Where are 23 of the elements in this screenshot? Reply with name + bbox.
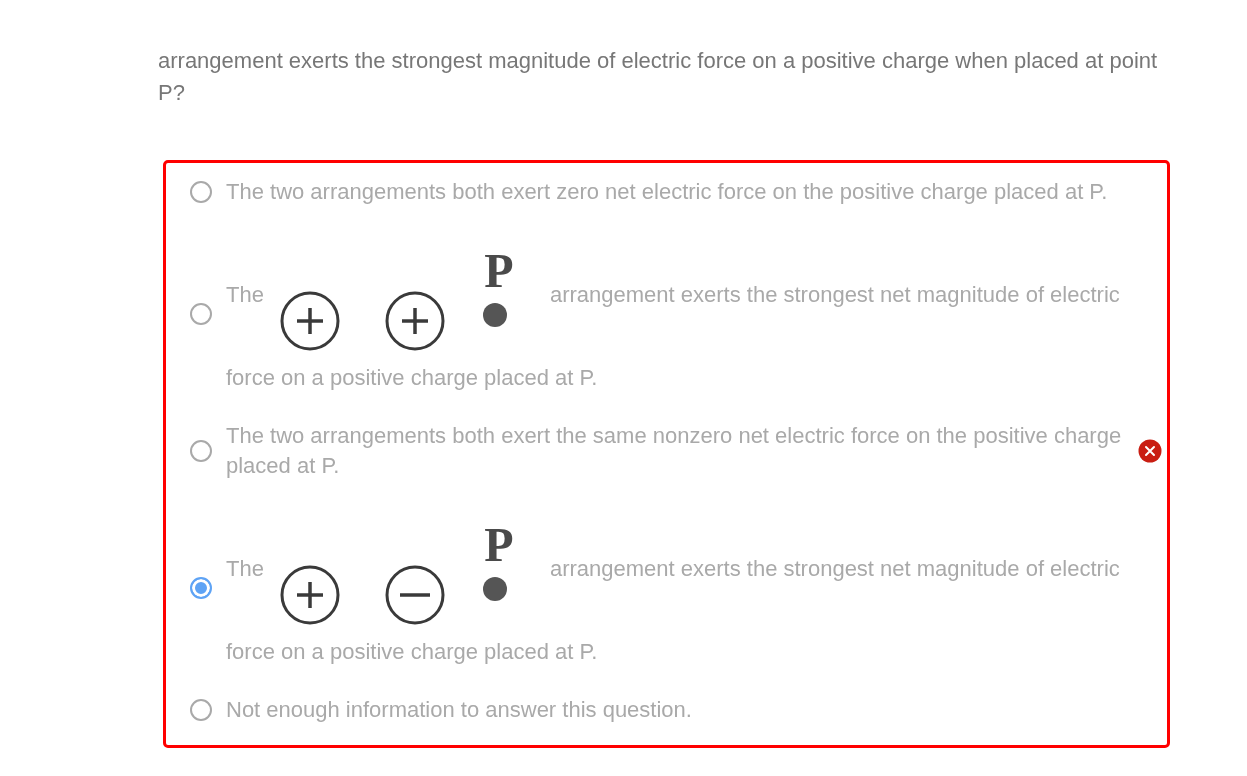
minus-circle-icon bbox=[385, 565, 445, 625]
plus-circle-icon bbox=[385, 291, 445, 351]
radio-button[interactable] bbox=[190, 699, 212, 721]
radio-button[interactable] bbox=[190, 577, 212, 599]
option-text: The two arrangements both exert zero net electric force on the positive charge placed at P. bbox=[226, 178, 1109, 206]
point-label: P bbox=[484, 519, 514, 571]
radio-button[interactable] bbox=[190, 440, 212, 462]
question-text: arrangement exerts the strongest magnitude of electric force on a positive charge when placed at point P? bbox=[158, 47, 1159, 107]
option-text: arrangement exerts the strongest net magnitude of electric bbox=[549, 281, 1120, 309]
radio-button[interactable] bbox=[190, 181, 212, 203]
option-text: Not enough information to answer this question. bbox=[226, 696, 693, 724]
plus-circle-icon bbox=[280, 291, 340, 351]
point-label: P bbox=[484, 245, 514, 297]
option-text: force on a positive charge placed at P. bbox=[226, 638, 599, 666]
option-text: arrangement exerts the strongest net magnitude of electric bbox=[549, 555, 1120, 583]
option-text: The two arrangements both exert the same nonzero net electric force on the positive charge placed at P. bbox=[226, 422, 1123, 480]
option-text: The bbox=[226, 555, 264, 583]
option-text: The bbox=[226, 281, 264, 309]
radio-button[interactable] bbox=[190, 303, 212, 325]
plus-circle-icon bbox=[280, 565, 340, 625]
dot-icon bbox=[482, 303, 507, 327]
dot-icon bbox=[482, 577, 507, 601]
option-text: force on a positive charge placed at P. bbox=[226, 364, 599, 392]
